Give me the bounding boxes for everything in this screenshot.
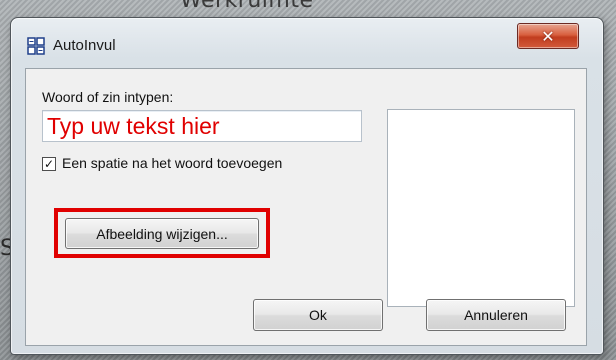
add-space-checkbox[interactable]: ✓ — [42, 157, 56, 171]
checkmark-icon: ✓ — [43, 157, 55, 171]
image-preview-box — [387, 109, 575, 307]
close-button[interactable]: ✕ — [517, 23, 579, 49]
title-bar[interactable]: AutoInvul ✕ — [11, 18, 603, 66]
cancel-button[interactable]: Annuleren — [426, 299, 566, 331]
autoinvul-dialog: AutoInvul ✕ Woord of zin intypen: ✓ Een … — [10, 17, 604, 355]
word-phrase-input[interactable] — [42, 110, 362, 142]
dialog-client-area: Woord of zin intypen: ✓ Een spatie na he… — [25, 68, 587, 346]
autoinvul-grid-icon — [27, 37, 45, 55]
window-title: AutoInvul — [53, 37, 116, 54]
background-heading: Werkruimte — [180, 0, 314, 13]
add-space-checkbox-label[interactable]: Een spatie na het woord toevoegen — [62, 155, 282, 171]
prompt-label: Woord of zin intypen: — [42, 89, 174, 105]
close-icon: ✕ — [541, 26, 555, 46]
ok-button[interactable]: Ok — [253, 299, 383, 331]
change-image-button[interactable]: Afbeelding wijzigen... — [65, 218, 259, 249]
